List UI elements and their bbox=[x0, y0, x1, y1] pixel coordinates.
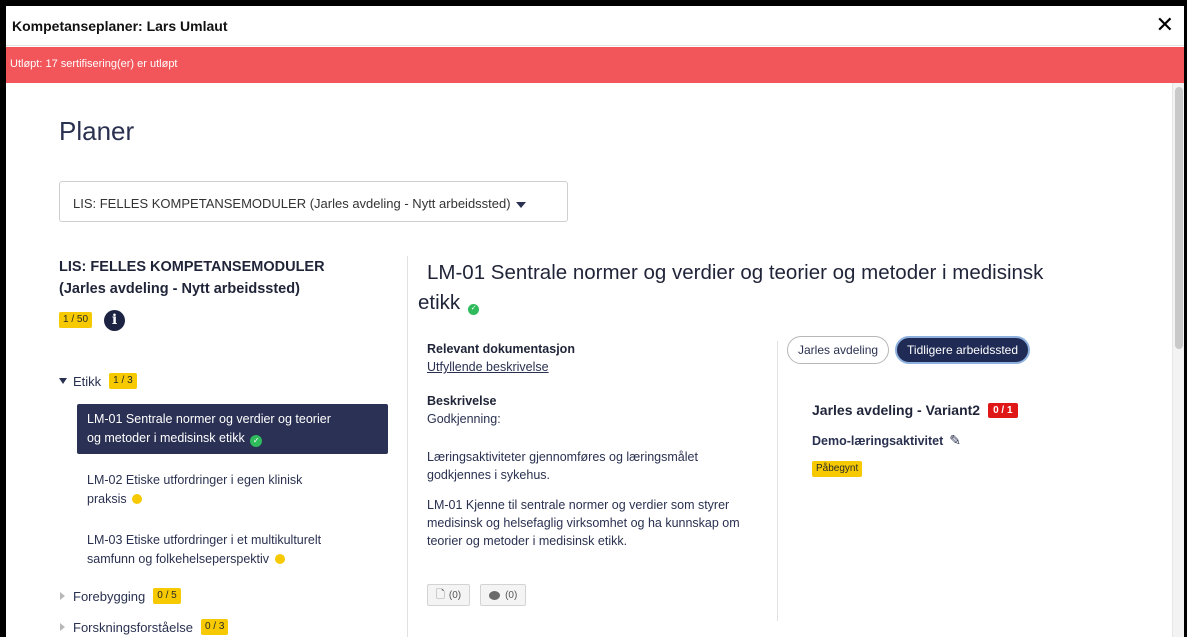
alert-text: Utløpt: 17 sertifisering(er) er utløpt bbox=[10, 58, 178, 70]
in-progress-dot-icon bbox=[132, 494, 143, 504]
module-title-line2: etikk bbox=[418, 291, 461, 314]
comments-count: (0) bbox=[505, 589, 518, 601]
tree-group-progress: 0 / 3 bbox=[200, 619, 229, 635]
pencil-icon[interactable]: ✎ bbox=[949, 432, 961, 449]
page-title: Planer bbox=[59, 116, 135, 146]
tree-group-label: Forebygging bbox=[73, 588, 146, 604]
column-divider bbox=[777, 341, 778, 621]
variant-name: Jarles avdeling - Variant2 bbox=[812, 402, 981, 418]
module-label-line1: LM-01 Sentrale normer og verdier og teor… bbox=[87, 412, 331, 426]
caret-right-icon bbox=[60, 592, 65, 600]
plan-heading-line1: LIS: FELLES KOMPETANSEMODULER bbox=[59, 259, 325, 275]
column-divider bbox=[407, 256, 408, 637]
module-actions: 🗋 (0) (0) bbox=[427, 584, 536, 606]
module-label-line2: praksis bbox=[87, 492, 127, 506]
comment-icon bbox=[489, 590, 501, 600]
document-icon: 🗋 bbox=[436, 588, 445, 601]
scrollbar[interactable] bbox=[1172, 83, 1184, 637]
plan-summary: LIS: FELLES KOMPETANSEMODULER (Jarles av… bbox=[59, 256, 404, 332]
tree-module-lm03[interactable]: LM-03 Etiske utfordringer i et multikult… bbox=[77, 525, 388, 575]
info-icon[interactable]: i bbox=[104, 309, 126, 331]
check-circle-icon: ✓ bbox=[250, 434, 263, 447]
variant-progress-badge: 0 / 1 bbox=[988, 402, 1018, 418]
caret-down-icon bbox=[59, 378, 67, 384]
scrollbar-thumb[interactable] bbox=[1175, 87, 1183, 349]
plan-select[interactable]: LIS: FELLES KOMPETANSEMODULER (Jarles av… bbox=[59, 181, 568, 222]
caret-right-icon bbox=[60, 623, 65, 631]
relevant-doc-label: Relevant dokumentasjon bbox=[427, 342, 575, 356]
in-progress-dot-icon bbox=[274, 554, 285, 564]
toggle-jarles-avdeling[interactable]: Jarles avdeling bbox=[787, 336, 890, 364]
activity-status-badge: Påbegynt bbox=[812, 461, 863, 477]
description-label: Beskrivelse bbox=[427, 394, 497, 408]
tree-group-etikk[interactable]: Etikk 1 / 3 bbox=[59, 370, 137, 392]
close-icon[interactable]: ✕ bbox=[1156, 12, 1174, 38]
description-approval: Godkjenning: bbox=[427, 412, 501, 426]
tree-group-forebygging[interactable]: Forebygging 0 / 5 bbox=[59, 585, 181, 607]
module-label-line1: LM-02 Etiske utfordringer i egen klinisk bbox=[87, 473, 303, 487]
tree-module-lm01[interactable]: LM-01 Sentrale normer og verdier og teor… bbox=[77, 404, 388, 454]
tree-group-progress: 1 / 3 bbox=[109, 373, 137, 389]
description-goal: LM-01 Kjenne til sentrale normer og verd… bbox=[427, 498, 740, 548]
competence-plan-dialog: Kompetanseplaner: Lars Umlaut ✕ Utløpt: … bbox=[6, 6, 1184, 637]
learning-activity-label: Demo-læringsaktivitet bbox=[812, 433, 944, 448]
module-label-line2: samfunn og folkehelseperspektiv bbox=[87, 552, 270, 566]
learning-activity[interactable]: Demo-læringsaktivitet ✎ bbox=[812, 432, 961, 449]
module-details: Relevant dokumentasjon Utfyllende beskri… bbox=[427, 340, 767, 550]
dialog-titlebar: Kompetanseplaner: Lars Umlaut ✕ bbox=[6, 6, 1184, 46]
dialog-title: Kompetanseplaner: Lars Umlaut bbox=[12, 18, 228, 34]
plan-heading-line2: (Jarles avdeling - Nytt arbeidssted) bbox=[59, 281, 300, 297]
module-label-line2: og metoder i medisinsk etikk bbox=[87, 431, 245, 445]
plan-select-value: LIS: FELLES KOMPETANSEMODULER (Jarles av… bbox=[73, 196, 511, 211]
tree-group-progress: 0 / 5 bbox=[153, 588, 181, 604]
plan-heading: LIS: FELLES KOMPETANSEMODULER (Jarles av… bbox=[59, 256, 404, 300]
tree-module-lm02[interactable]: LM-02 Etiske utfordringer i egen klinisk… bbox=[77, 465, 388, 515]
workplace-toggle: Jarles avdeling Tidligere arbeidssted bbox=[787, 336, 1030, 364]
module-label-line1: LM-03 Etiske utfordringer i et multikult… bbox=[87, 533, 322, 547]
check-circle-icon: ✓ bbox=[468, 303, 480, 315]
module-title: LM-01 Sentrale normer og verdier og teor… bbox=[418, 258, 1158, 318]
description-activities: Læringsaktiviteter gjennomføres og lærin… bbox=[427, 450, 698, 482]
variant-heading: Jarles avdeling - Variant2 0 / 1 bbox=[812, 402, 1018, 418]
tree-group-label: Forskningsforståelse bbox=[73, 619, 193, 635]
relevant-doc-link[interactable]: Utfyllende beskrivelse bbox=[427, 360, 549, 374]
toggle-tidligere-arbeidssted[interactable]: Tidligere arbeidssted bbox=[895, 336, 1030, 364]
documents-button[interactable]: 🗋 (0) bbox=[427, 584, 471, 606]
expired-certifications-alert: Utløpt: 17 sertifisering(er) er utløpt bbox=[6, 47, 1184, 83]
documents-count: (0) bbox=[448, 589, 462, 601]
chevron-down-icon bbox=[515, 201, 526, 208]
tree-group-forskningsforstaelse[interactable]: Forskningsforståelse 0 / 3 bbox=[59, 616, 229, 637]
comments-button[interactable]: (0) bbox=[480, 584, 527, 606]
module-title-line1: LM-01 Sentrale normer og verdier og teor… bbox=[427, 261, 1044, 284]
plan-progress-badge: 1 / 50 bbox=[59, 312, 93, 328]
tree-group-label: Etikk bbox=[73, 373, 102, 389]
